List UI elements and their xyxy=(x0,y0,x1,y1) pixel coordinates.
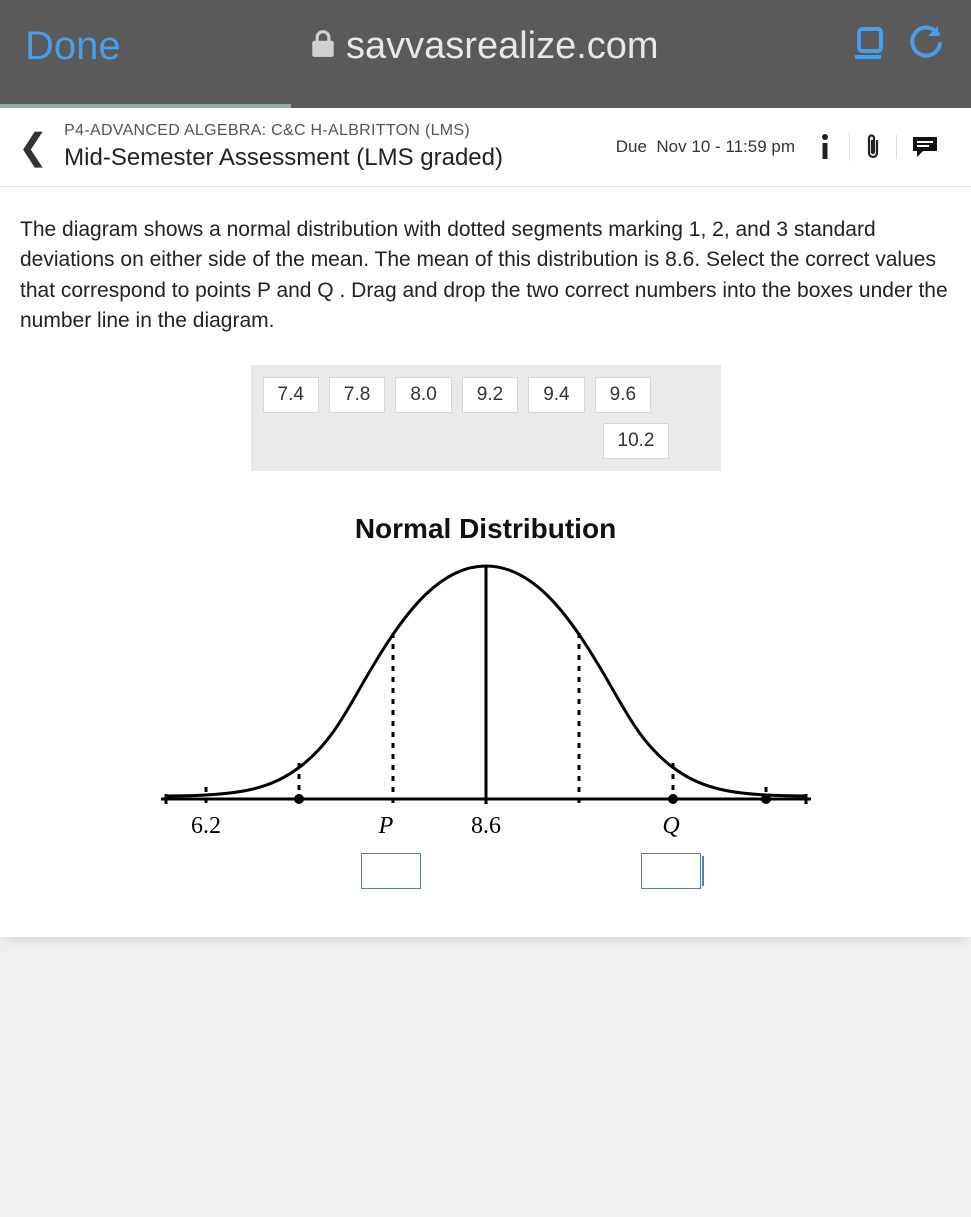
normal-distribution-diagram: 6.2 P 8.6 Q xyxy=(161,551,811,851)
due-date: Due Nov 10 - 11:59 pm xyxy=(616,137,795,157)
answer-choices-tray: 7.4 7.8 8.0 9.2 9.4 9.6 10.2 xyxy=(251,365,721,471)
axis-label-6-2: 6.2 xyxy=(191,813,221,839)
choice-chip[interactable]: 8.0 xyxy=(395,377,451,413)
axis-label-p: P xyxy=(377,813,393,839)
info-icon[interactable] xyxy=(801,133,849,161)
done-button[interactable]: Done xyxy=(25,24,121,69)
figure-title: Normal Distribution xyxy=(20,513,951,545)
question-panel: The diagram shows a normal distribution … xyxy=(0,187,971,937)
tabs-icon[interactable] xyxy=(848,24,888,69)
choice-chip[interactable]: 9.4 xyxy=(528,377,584,413)
choice-chip[interactable]: 9.2 xyxy=(462,377,518,413)
drop-target-p[interactable] xyxy=(361,853,421,889)
back-chevron-icon[interactable]: ❮ xyxy=(10,126,64,168)
choice-chip[interactable]: 7.4 xyxy=(263,377,319,413)
choice-chip[interactable]: 10.2 xyxy=(603,423,670,459)
question-prompt: The diagram shows a normal distribution … xyxy=(20,215,951,337)
assessment-header: ❮ P4-ADVANCED ALGEBRA: C&C H-ALBRITTON (… xyxy=(0,108,971,187)
address-bar[interactable]: savvasrealize.com xyxy=(139,25,830,68)
comments-icon[interactable] xyxy=(896,135,953,159)
course-name: P4-ADVANCED ALGEBRA: C&C H-ALBRITTON (LM… xyxy=(64,122,616,140)
page-load-progress xyxy=(0,104,971,108)
choice-chip[interactable]: 9.6 xyxy=(595,377,651,413)
choice-chip[interactable]: 7.8 xyxy=(329,377,385,413)
axis-label-mean: 8.6 xyxy=(471,813,501,839)
attachment-icon[interactable] xyxy=(849,133,896,161)
assessment-title: Mid-Semester Assessment (LMS graded) xyxy=(64,144,616,172)
reload-icon[interactable] xyxy=(906,24,946,69)
lock-icon xyxy=(310,29,336,64)
browser-toolbar: Done savvasrealize.com xyxy=(0,0,971,108)
axis-label-q: Q xyxy=(662,813,679,839)
drop-target-q[interactable] xyxy=(641,853,701,889)
url-text: savvasrealize.com xyxy=(346,25,659,68)
